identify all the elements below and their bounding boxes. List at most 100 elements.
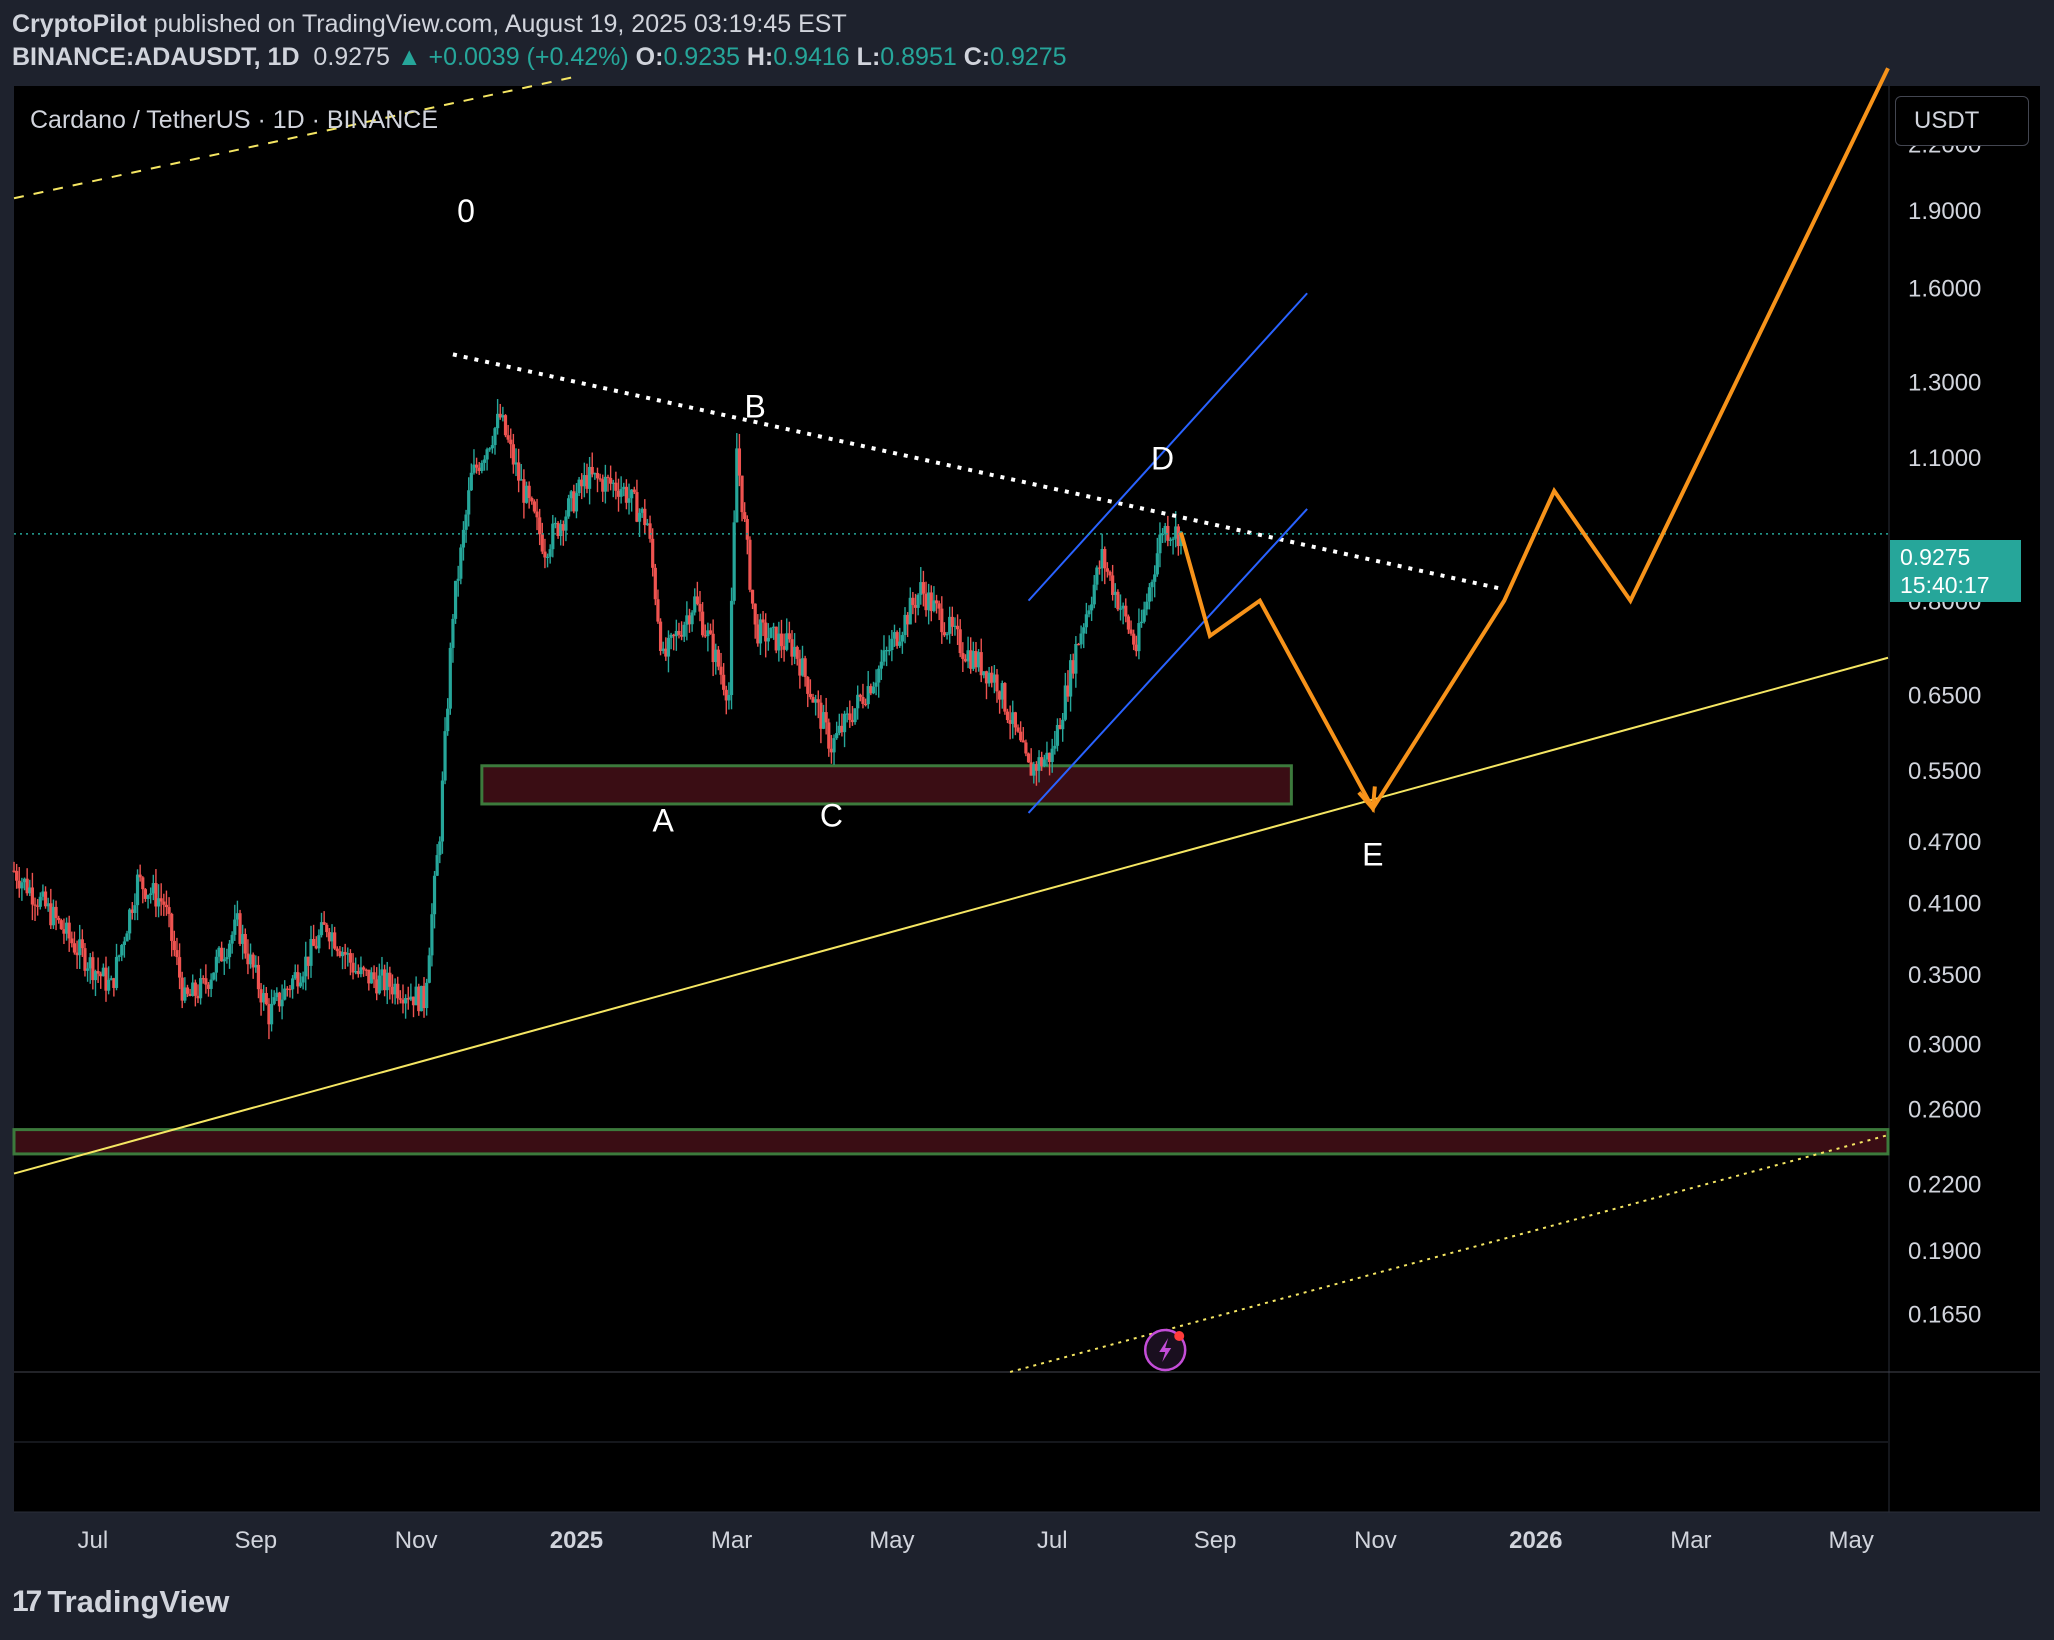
price-tick-label: 1.3000 (1908, 369, 1981, 396)
tradingview-logo[interactable]: 17 TradingView (12, 1584, 229, 1620)
candle-body (204, 978, 208, 985)
candle-body (540, 534, 544, 552)
candle-body (1155, 553, 1159, 575)
candle-body (511, 444, 515, 465)
candle-body (120, 944, 124, 956)
currency-button[interactable]: USDT (1895, 96, 2029, 146)
candle-body (1158, 534, 1162, 554)
candle-body (614, 482, 618, 491)
candle-body (1132, 633, 1136, 645)
candle-body (164, 904, 169, 908)
candle-body (543, 551, 547, 558)
candle-body (1147, 587, 1152, 602)
candle-body (135, 874, 140, 906)
candle-body (333, 932, 337, 949)
candle-body (995, 674, 999, 692)
candle-body (138, 874, 142, 878)
candle-body (517, 462, 521, 481)
candle-body (264, 993, 268, 1005)
candle-body (750, 589, 755, 604)
candle-body (632, 489, 636, 493)
candle-body (335, 948, 339, 952)
candle-body (125, 933, 129, 942)
projection-path (1179, 67, 1890, 813)
candle-body (887, 650, 891, 652)
candle-body (199, 978, 203, 999)
candle-body (808, 693, 812, 698)
candle-body (861, 696, 865, 704)
time-tick-label: Nov (1354, 1527, 1397, 1554)
price-tick-label: 0.4100 (1908, 891, 1981, 918)
candle-body (1050, 748, 1054, 763)
candle-body (1105, 568, 1109, 572)
candle-body (474, 464, 479, 468)
candle-body (243, 933, 247, 954)
candle-body (222, 959, 226, 962)
candle-body (256, 964, 261, 990)
candle-body (1019, 731, 1023, 741)
candle-body (122, 941, 126, 945)
candle-body (551, 523, 555, 550)
time-tick-label: 2025 (550, 1527, 603, 1554)
candle-body (945, 633, 949, 636)
candle-body (435, 855, 439, 876)
alert-dot (1174, 1331, 1185, 1341)
candle-body (606, 476, 610, 479)
candle-body (301, 976, 305, 983)
price-chart[interactable]: 2.20001.90001.60001.30001.10000.80000.65… (0, 0, 2054, 1640)
candle-body (159, 898, 163, 902)
long-term-trendline (13, 656, 1889, 1175)
candle-body (141, 877, 145, 890)
candle-body (824, 712, 828, 723)
candle-body (708, 630, 713, 634)
candle-body (225, 957, 229, 960)
candle-body (853, 708, 857, 723)
candle-body (482, 459, 487, 463)
candle-body (167, 907, 171, 914)
candle-body (1061, 719, 1065, 730)
candle-body (503, 415, 508, 436)
candle-body (214, 956, 218, 973)
candle-body (1129, 629, 1133, 634)
support-zone (12, 1128, 1890, 1156)
candle-body (827, 722, 831, 749)
candle-body (1124, 605, 1128, 617)
candle-body (1087, 610, 1091, 615)
time-tick-label: Jul (78, 1527, 109, 1554)
candle-body (779, 633, 784, 647)
candle-body (848, 713, 852, 720)
candle-body (33, 904, 37, 906)
candle-body (283, 988, 287, 1000)
price-tick-label: 0.2600 (1908, 1096, 1981, 1123)
candle-body (722, 674, 726, 690)
candle-body (879, 661, 883, 669)
time-tick-label: May (869, 1527, 914, 1554)
candle-body (835, 733, 839, 739)
candle-body (961, 653, 965, 659)
candle-body (758, 619, 763, 644)
candle-body (937, 603, 941, 609)
current-price-tag: 0.9275 15:40:17 (1890, 540, 2021, 602)
candle-body (745, 519, 749, 540)
candle-body (816, 699, 820, 703)
candle-body (456, 578, 460, 581)
candle-body (177, 957, 182, 978)
candle-body (958, 629, 962, 654)
candle-body (535, 511, 539, 518)
candle-body (509, 439, 513, 445)
support-zone (480, 764, 1293, 806)
candle-body (128, 909, 132, 934)
candle-body (185, 987, 190, 994)
candle-body (54, 906, 58, 918)
price-tick-label: 0.1900 (1908, 1238, 1981, 1265)
candle-body (1074, 643, 1078, 674)
candle-body (377, 975, 381, 994)
candle-body (1150, 581, 1154, 588)
candle-body (1095, 567, 1099, 585)
candle-body (388, 972, 392, 987)
candle-body (1168, 539, 1173, 541)
candle-body (480, 462, 484, 471)
candle-body (727, 695, 731, 701)
upper-dashed-trendline (13, 76, 575, 200)
candle-body (425, 982, 429, 1009)
